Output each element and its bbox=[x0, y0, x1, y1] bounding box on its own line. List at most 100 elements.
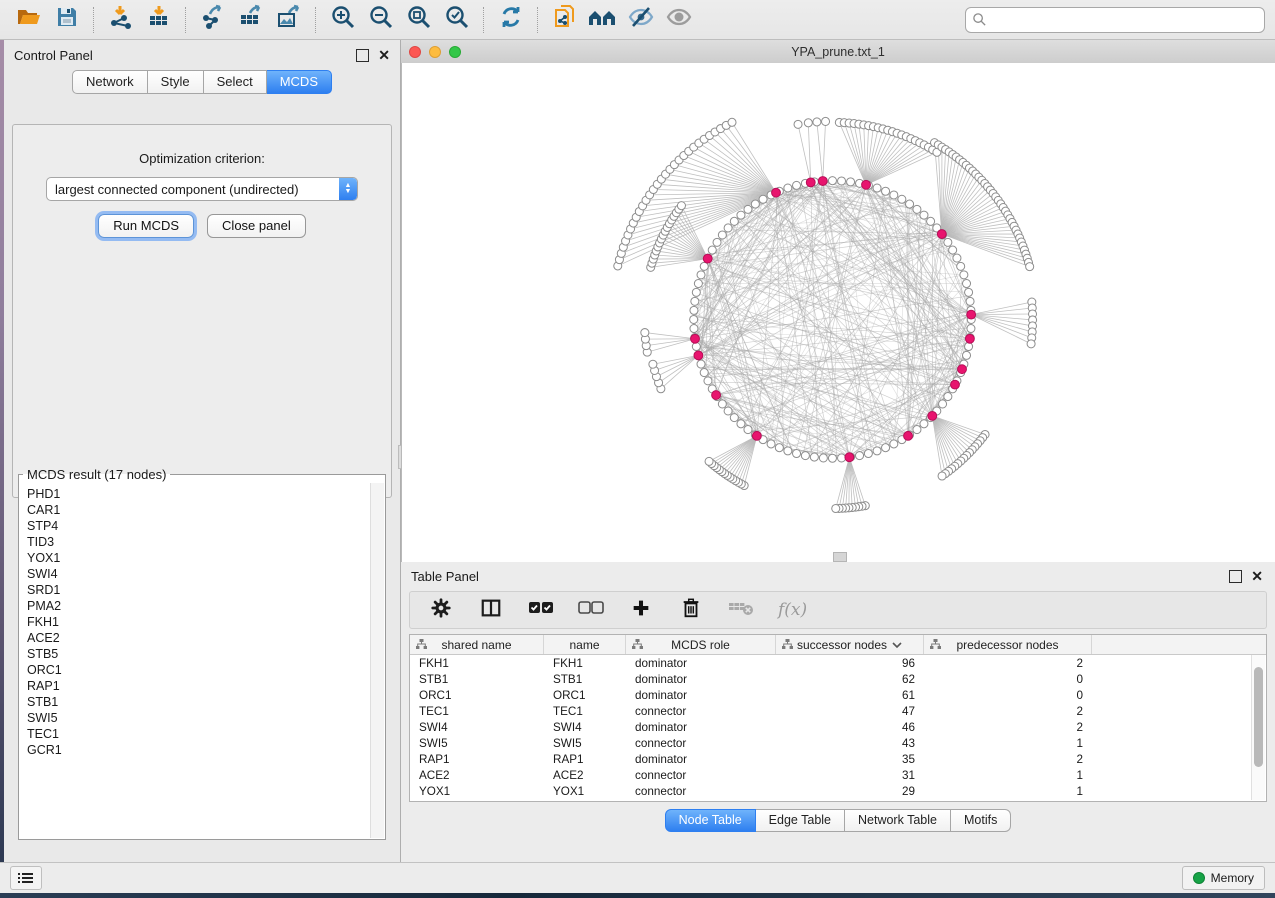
zoom-in-button[interactable] bbox=[324, 4, 362, 36]
show-column-panel-button[interactable] bbox=[478, 597, 504, 623]
table-scrollbar-thumb[interactable] bbox=[1254, 667, 1263, 767]
export-image-button[interactable] bbox=[270, 4, 308, 36]
node-table[interactable]: shared namename MCDS role successor nodesp… bbox=[409, 634, 1267, 802]
mcds-result-item[interactable]: TID3 bbox=[27, 534, 369, 550]
mcds-result-item[interactable]: TEC1 bbox=[27, 726, 369, 742]
task-history-button[interactable] bbox=[10, 866, 42, 890]
function-builder-icon: f(x) bbox=[778, 600, 807, 620]
mcds-result-item[interactable]: PHD1 bbox=[27, 486, 369, 502]
table-row[interactable]: TEC1TEC1connector472 bbox=[410, 703, 1266, 719]
table-cell: STB1 bbox=[410, 673, 544, 686]
add-column-button[interactable] bbox=[628, 597, 654, 623]
mcds-result-item[interactable]: SWI4 bbox=[27, 566, 369, 582]
table-row[interactable]: YOX1YOX1connector291 bbox=[410, 783, 1266, 799]
mcds-list-scrollbar[interactable] bbox=[370, 483, 384, 838]
import-table-button[interactable] bbox=[140, 4, 178, 36]
mcds-result-item[interactable]: RAP1 bbox=[27, 678, 369, 694]
tab-mcds[interactable]: MCDS bbox=[267, 70, 332, 94]
open-file-button[interactable] bbox=[10, 4, 48, 36]
delete-table-button bbox=[728, 597, 754, 623]
new-network-from-selection-button[interactable] bbox=[546, 4, 584, 36]
toolbar-separator bbox=[537, 7, 539, 33]
canvas-splitter-grip[interactable] bbox=[833, 552, 847, 562]
first-neighbors-icon bbox=[588, 5, 618, 34]
show-all-button[interactable] bbox=[660, 4, 698, 36]
optimization-criterion-select[interactable]: largest connected component (undirected)… bbox=[46, 177, 358, 201]
run-mcds-button[interactable]: Run MCDS bbox=[98, 214, 194, 238]
table-cell: 1 bbox=[924, 769, 1092, 782]
table-row[interactable]: ORC1ORC1dominator610 bbox=[410, 687, 1266, 703]
column-header-MCDS-role[interactable]: MCDS role bbox=[626, 635, 776, 654]
close-panel-button[interactable]: Close panel bbox=[207, 214, 306, 238]
table-cell: ACE2 bbox=[544, 769, 626, 782]
table-scrollbar[interactable] bbox=[1251, 655, 1265, 800]
hide-selected-icon bbox=[627, 5, 655, 34]
zoom-fit-button[interactable] bbox=[400, 4, 438, 36]
import-network-button[interactable] bbox=[102, 4, 140, 36]
deselect-all-rows-button[interactable] bbox=[578, 597, 604, 623]
mcds-result-item[interactable]: STB5 bbox=[27, 646, 369, 662]
network-canvas[interactable] bbox=[401, 63, 1275, 562]
close-panel-icon[interactable]: ✕ bbox=[378, 50, 390, 61]
network-window-titlebar[interactable]: YPA_prune.txt_1 bbox=[401, 40, 1275, 64]
search-input[interactable] bbox=[987, 12, 1258, 28]
table-settings-gear-button[interactable] bbox=[428, 597, 454, 623]
select-all-rows-button[interactable] bbox=[528, 597, 554, 623]
tab-select[interactable]: Select bbox=[204, 70, 267, 94]
mcds-result-item[interactable]: ACE2 bbox=[27, 630, 369, 646]
table-cell: 2 bbox=[924, 705, 1092, 718]
mcds-result-list[interactable]: PHD1CAR1STP4TID3YOX1SWI4SRD1PMA2FKH1ACE2… bbox=[21, 484, 369, 837]
network-graph[interactable] bbox=[402, 63, 1275, 564]
column-header-shared-name[interactable]: shared name bbox=[410, 635, 544, 654]
tab-motifs[interactable]: Motifs bbox=[951, 809, 1011, 832]
apply-layout-button[interactable] bbox=[492, 4, 530, 36]
mcds-result-item[interactable]: SRD1 bbox=[27, 582, 369, 598]
mcds-result-item[interactable]: STB1 bbox=[27, 694, 369, 710]
table-row[interactable]: RAP1RAP1dominator352 bbox=[410, 751, 1266, 767]
column-header-successor-nodes[interactable]: successor nodes bbox=[776, 635, 924, 654]
control-panel-title: Control Panel bbox=[14, 48, 93, 63]
table-row[interactable]: FKH1FKH1dominator962 bbox=[410, 655, 1266, 671]
mcds-result-item[interactable]: SWI5 bbox=[27, 710, 369, 726]
memory-button[interactable]: Memory bbox=[1182, 866, 1265, 890]
export-network-button[interactable] bbox=[194, 4, 232, 36]
close-table-panel-icon[interactable]: ✕ bbox=[1251, 571, 1263, 582]
save-session-button[interactable] bbox=[48, 4, 86, 36]
mcds-result-item[interactable]: STP4 bbox=[27, 518, 369, 534]
mcds-result-item[interactable]: YOX1 bbox=[27, 550, 369, 566]
mcds-result-item[interactable]: PMA2 bbox=[27, 598, 369, 614]
delete-column-button[interactable] bbox=[678, 597, 704, 623]
float-table-panel-icon[interactable] bbox=[1229, 570, 1242, 583]
mcds-result-item[interactable]: FKH1 bbox=[27, 614, 369, 630]
tab-network-table[interactable]: Network Table bbox=[845, 809, 951, 832]
mcds-result-item[interactable]: GCR1 bbox=[27, 742, 369, 758]
first-neighbors-button[interactable] bbox=[584, 4, 622, 36]
table-row[interactable]: STB1STB1dominator620 bbox=[410, 671, 1266, 687]
table-cell: 0 bbox=[924, 689, 1092, 702]
table-row[interactable]: ACE2ACE2connector311 bbox=[410, 767, 1266, 783]
column-header-name[interactable]: name bbox=[544, 635, 626, 654]
table-row[interactable]: SWI4SWI4dominator462 bbox=[410, 719, 1266, 735]
tab-style[interactable]: Style bbox=[148, 70, 204, 94]
tab-network[interactable]: Network bbox=[72, 70, 148, 94]
table-row[interactable]: SWI5SWI5connector431 bbox=[410, 735, 1266, 751]
tab-node-table[interactable]: Node Table bbox=[665, 809, 756, 832]
zoom-out-button[interactable] bbox=[362, 4, 400, 36]
network-view-window: YPA_prune.txt_1 bbox=[401, 40, 1275, 562]
column-label: MCDS role bbox=[671, 638, 730, 652]
table-row[interactable]: PHD1PHD1dominator180 bbox=[410, 799, 1266, 802]
column-header-predecessor-nodes[interactable]: predecessor nodes bbox=[924, 635, 1092, 654]
mcds-result-item[interactable]: CAR1 bbox=[27, 502, 369, 518]
table-cell: PHD1 bbox=[410, 801, 544, 803]
float-panel-icon[interactable] bbox=[356, 49, 369, 62]
tab-edge-table[interactable]: Edge Table bbox=[756, 809, 845, 832]
hide-selected-button[interactable] bbox=[622, 4, 660, 36]
table-cell: YOX1 bbox=[544, 785, 626, 798]
search-box[interactable] bbox=[965, 7, 1265, 33]
zoom-selected-button[interactable] bbox=[438, 4, 476, 36]
export-table-button[interactable] bbox=[232, 4, 270, 36]
search-icon bbox=[972, 12, 987, 27]
mcds-result-item[interactable]: ORC1 bbox=[27, 662, 369, 678]
open-file-icon bbox=[16, 5, 42, 34]
table-cell: 2 bbox=[924, 753, 1092, 766]
